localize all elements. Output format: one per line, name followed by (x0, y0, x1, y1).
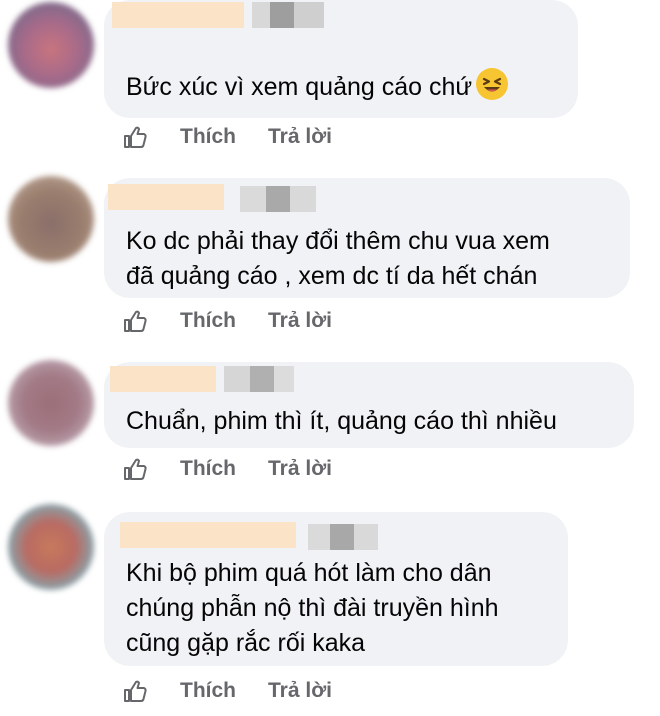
comment-bubble: Khi bộ phim quá hót làm cho dân chúng ph… (104, 512, 568, 666)
like-button[interactable]: Thích (180, 125, 236, 149)
comment-text-line: Bức xúc vì xem quảng cáo chứ (126, 73, 473, 101)
comment-text-line: Chuẩn, phim thì ít, quảng cáo thì nhiều (126, 407, 557, 435)
author-name-pixelated (252, 2, 324, 28)
like-icon[interactable] (120, 676, 150, 706)
author-name[interactable] (112, 2, 244, 28)
comment-bubble: Bức xúc vì xem quảng cáo chứ (104, 0, 578, 118)
author-name[interactable] (110, 366, 216, 392)
avatar[interactable] (8, 360, 94, 446)
comment-bubble: Chuẩn, phim thì ít, quảng cáo thì nhiều (104, 362, 634, 448)
comment-text: Khi bộ phim quá hót làm cho dân chúng ph… (126, 556, 550, 661)
like-icon[interactable] (120, 454, 150, 484)
like-icon[interactable] (120, 122, 150, 152)
comment-text: Bức xúc vì xem quảng cáo chứ (126, 68, 560, 105)
like-button[interactable]: Thích (180, 457, 236, 481)
author-name[interactable] (108, 184, 224, 210)
like-button[interactable]: Thích (180, 309, 236, 333)
comment-text-line: Khi bộ phim quá hót làm cho dân (126, 559, 492, 587)
comment-bubble: Ko dc phải thay đổi thêm chu vua xem đã … (104, 178, 630, 298)
reply-button[interactable]: Trả lời (268, 679, 332, 703)
avatar[interactable] (8, 176, 94, 262)
comment-text: Chuẩn, phim thì ít, quảng cáo thì nhiều (126, 404, 616, 439)
like-icon[interactable] (120, 306, 150, 336)
reply-button[interactable]: Trả lời (268, 457, 332, 481)
comment-actions: Thích Trả lời (120, 122, 332, 152)
avatar[interactable] (8, 504, 94, 590)
comment-text-line: Ko dc phải thay đổi thêm chu vua xem (126, 227, 550, 255)
author-name-pixelated (224, 366, 296, 392)
avatar[interactable] (8, 2, 94, 88)
comment-text: Ko dc phải thay đổi thêm chu vua xem đã … (126, 224, 612, 294)
comment-actions: Thích Trả lời (120, 306, 332, 336)
author-name[interactable] (120, 522, 296, 548)
comment-text-line: đã quảng cáo , xem dc tí da hết chán (126, 262, 538, 290)
comment-actions: Thích Trả lời (120, 676, 332, 706)
reply-button[interactable]: Trả lời (268, 309, 332, 333)
like-button[interactable]: Thích (180, 679, 236, 703)
author-name-pixelated (308, 524, 380, 550)
comment-text-line: chúng phẫn nộ thì đài truyền hình (126, 594, 499, 622)
comment-actions: Thích Trả lời (120, 454, 332, 484)
laughing-emoji-icon (476, 68, 509, 100)
author-name-pixelated (240, 186, 316, 212)
comment-text-line: cũng gặp rắc rối kaka (126, 629, 366, 657)
reply-button[interactable]: Trả lời (268, 125, 332, 149)
